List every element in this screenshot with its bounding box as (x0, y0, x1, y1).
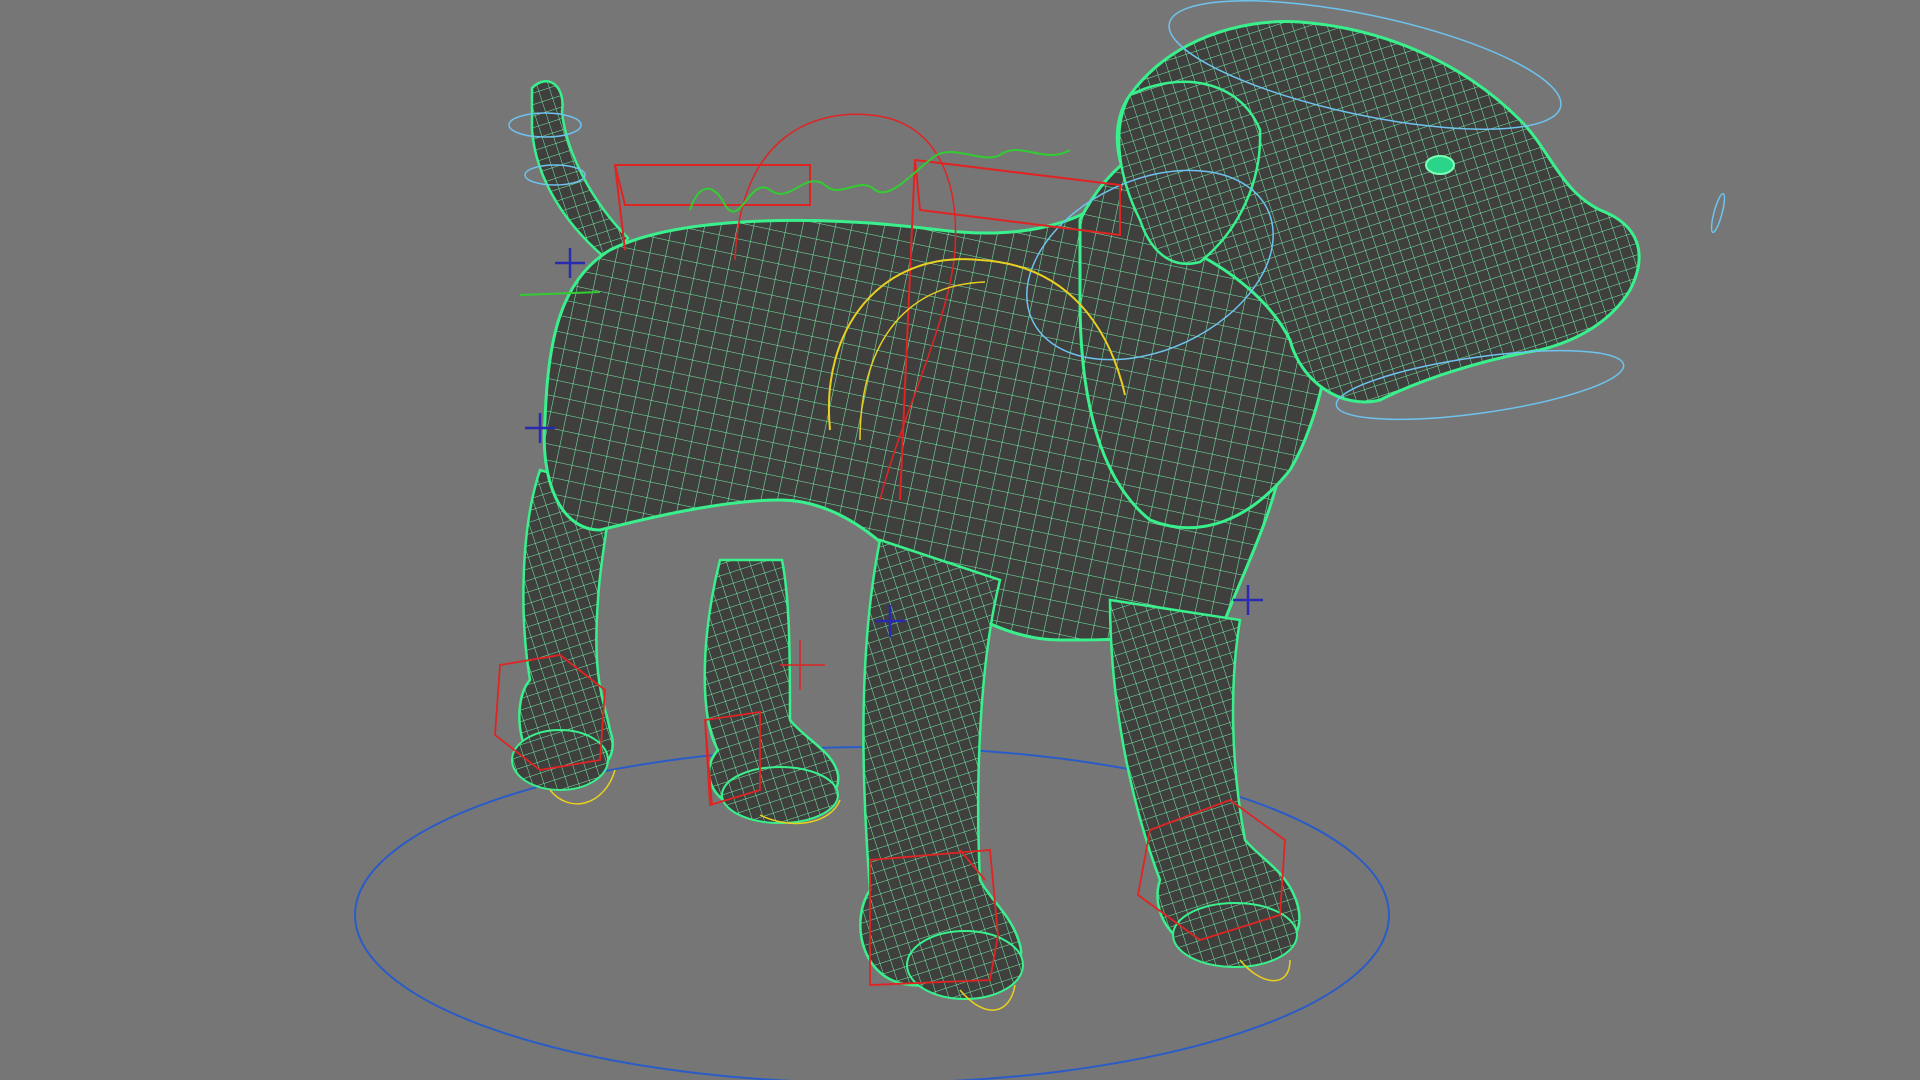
dog-tail[interactable] (530, 80, 630, 264)
nose-control-curve[interactable] (1709, 192, 1727, 234)
paw-hind-far[interactable] (721, 766, 839, 824)
viewport-canvas[interactable] (0, 0, 1920, 1080)
dog-eye (1425, 155, 1455, 175)
paw-front-left[interactable] (906, 930, 1024, 1000)
locator-tail[interactable] (555, 248, 585, 278)
3d-viewport[interactable] (0, 0, 1920, 1080)
dog-front-leg-right[interactable] (1108, 598, 1301, 957)
